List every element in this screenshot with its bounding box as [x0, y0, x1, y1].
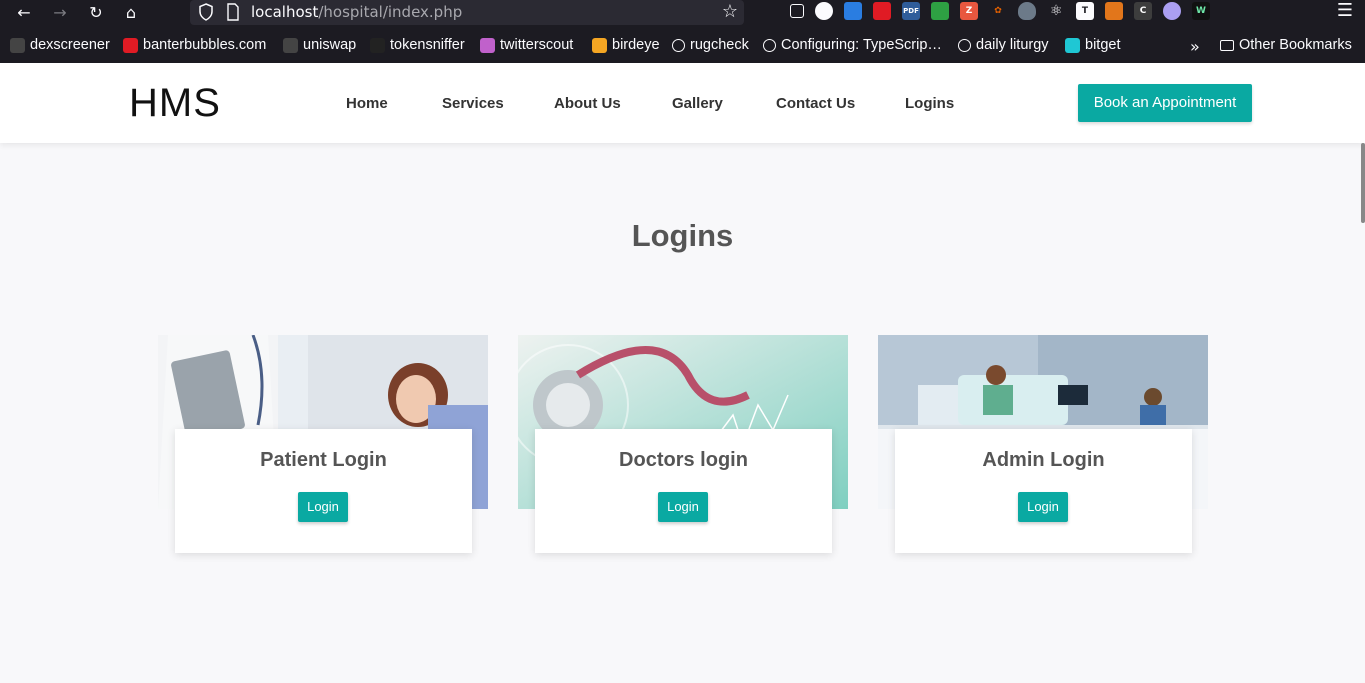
bookmarks-bar: dexscreener banterbubbles.com uniswap token… [0, 34, 1365, 60]
book-appointment-button[interactable]: Book an Appointment [1078, 84, 1252, 122]
reload-icon[interactable]: ↻ [84, 1, 108, 23]
extension-w-icon[interactable]: W [1192, 2, 1210, 20]
bookmark-item[interactable]: daily liturgy [958, 37, 1049, 53]
extension-lock-icon[interactable] [873, 2, 891, 20]
bookmark-label: rugcheck [690, 37, 749, 53]
admin-card-body: Admin Login Login [895, 429, 1192, 553]
url-host: localhost [251, 3, 319, 21]
patient-card-body: Patient Login Login [175, 429, 472, 553]
nav-logins[interactable]: Logins [905, 95, 954, 112]
hamburger-menu-icon[interactable]: ☰ [1337, 0, 1353, 21]
doctors-card-body: Doctors login Login [535, 429, 832, 553]
browser-chrome: ← → ↻ ⌂ localhost/hospital/index.php ☆ P… [0, 0, 1365, 63]
bitget-icon [1065, 37, 1080, 53]
url-text[interactable]: localhost/hospital/index.php [251, 3, 462, 21]
pdf-icon[interactable]: PDF [902, 2, 920, 20]
bookmark-item[interactable]: dexscreener [10, 37, 110, 53]
other-bookmarks-label: Other Bookmarks [1239, 37, 1352, 53]
bookmark-star-icon[interactable]: ☆ [722, 1, 738, 22]
bookmark-label: birdeye [612, 37, 660, 53]
birdeye-icon [592, 37, 607, 53]
nav-services[interactable]: Services [442, 95, 504, 112]
bookmark-label: daily liturgy [976, 37, 1049, 53]
admin-login-button[interactable]: Login [1018, 492, 1068, 522]
extension-z-icon[interactable]: Z [960, 2, 978, 20]
tokensniffer-icon [370, 37, 385, 53]
banterbubbles-icon [123, 37, 138, 53]
nav-contact-us[interactable]: Contact Us [776, 95, 855, 112]
extension-green-icon[interactable] [931, 2, 949, 20]
phantom-icon[interactable] [1163, 2, 1181, 20]
bookmark-label: banterbubbles.com [143, 37, 267, 53]
site-logo[interactable]: HMS [129, 81, 221, 126]
shield-icon[interactable] [198, 3, 214, 21]
doctors-login-card: Doctors login Login [518, 335, 848, 555]
browser-toolbar: ← → ↻ ⌂ localhost/hospital/index.php ☆ P… [0, 0, 1365, 26]
account-icon[interactable] [815, 2, 833, 20]
extension-flower-icon[interactable]: ✿ [989, 2, 1007, 20]
doctors-login-button[interactable]: Login [658, 492, 708, 522]
extension-shield-icon[interactable] [1018, 2, 1036, 20]
pocket-icon[interactable] [790, 4, 804, 18]
url-path: /hospital/index.php [318, 3, 463, 21]
patient-login-button[interactable]: Login [298, 492, 348, 522]
twitterscout-icon [480, 37, 495, 53]
uniswap-icon [283, 37, 298, 53]
bookmark-label: uniswap [303, 37, 357, 53]
card-title: Admin Login [982, 449, 1105, 471]
bookmark-item[interactable]: uniswap [283, 37, 356, 53]
admin-login-card: Admin Login Login [878, 335, 1208, 555]
bookmark-label: Configuring: TypeScrip… [781, 37, 942, 53]
home-icon[interactable]: ⌂ [119, 1, 143, 23]
bookmarks-overflow-icon[interactable]: » [1190, 37, 1200, 56]
bookmark-item[interactable]: Configuring: TypeScrip… [763, 37, 942, 53]
bookmark-item[interactable]: birdeye [592, 37, 660, 53]
page-scrollbar[interactable] [1361, 143, 1365, 223]
forward-icon[interactable]: → [48, 1, 72, 23]
cross-icon [958, 38, 971, 52]
dexscreener-icon [10, 37, 25, 53]
other-bookmarks[interactable]: Other Bookmarks [1220, 37, 1352, 53]
globe-icon [763, 38, 776, 52]
bookmark-item[interactable]: bitget [1065, 37, 1120, 53]
page-icon [227, 3, 239, 21]
nav-about-us[interactable]: About Us [554, 95, 621, 112]
card-title: Doctors login [619, 449, 748, 471]
bookmark-label: dexscreener [30, 37, 110, 53]
bookmark-label: twitterscout [500, 37, 574, 53]
back-icon[interactable]: ← [12, 1, 36, 23]
react-devtools-icon[interactable]: ⚛ [1047, 2, 1065, 20]
bookmark-item[interactable]: tokensniffer [370, 37, 465, 53]
extension-plane-icon[interactable] [844, 2, 862, 20]
extensions-toolbar: PDF Z ✿ ⚛ T C W [790, 2, 1221, 22]
globe-icon [672, 38, 685, 52]
extension-t-icon[interactable]: T [1076, 2, 1094, 20]
nav-gallery[interactable]: Gallery [672, 95, 723, 112]
bookmark-item[interactable]: banterbubbles.com [123, 37, 266, 53]
bookmark-item[interactable]: twitterscout [480, 37, 573, 53]
patient-login-card: Patient Login Login [158, 335, 488, 555]
card-title: Patient Login [260, 449, 387, 471]
nav-home[interactable]: Home [346, 95, 388, 112]
extension-c-icon[interactable]: C [1134, 2, 1152, 20]
bookmark-label: tokensniffer [390, 37, 465, 53]
bookmark-item[interactable]: rugcheck [672, 37, 749, 53]
site-header: HMS Home Services About Us Gallery Conta… [0, 63, 1365, 143]
bookmark-label: bitget [1085, 37, 1121, 53]
section-title: Logins [631, 218, 734, 253]
url-bar[interactable]: localhost/hospital/index.php ☆ [190, 0, 744, 25]
folder-icon [1220, 39, 1234, 51]
metamask-icon[interactable] [1105, 2, 1123, 20]
